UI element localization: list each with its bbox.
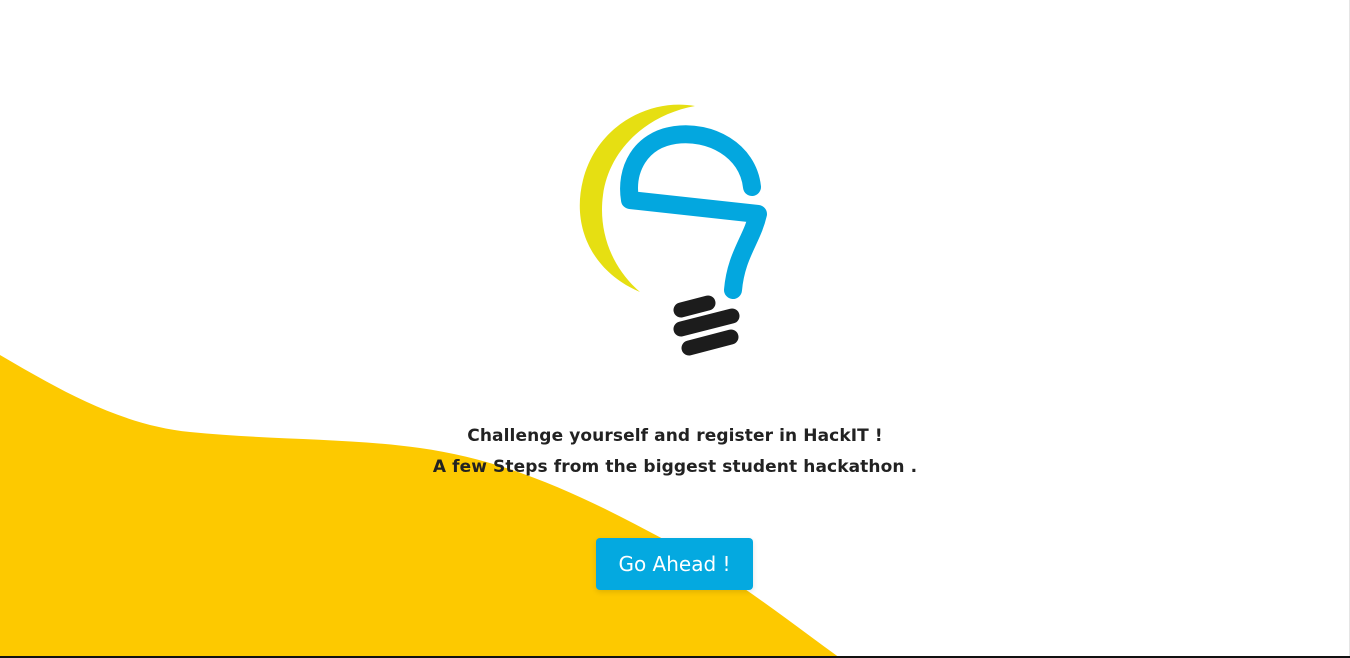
hero-line-1: Challenge yourself and register in HackI… (467, 426, 883, 446)
hero-tagline: Challenge yourself and register in HackI… (0, 421, 1350, 483)
lightbulb-logo-icon (579, 104, 767, 356)
hero-line-2: A few Steps from the biggest student hac… (432, 457, 918, 477)
go-ahead-button[interactable]: Go Ahead ! (596, 538, 753, 590)
landing-page: Challenge yourself and register in HackI… (0, 0, 1350, 658)
